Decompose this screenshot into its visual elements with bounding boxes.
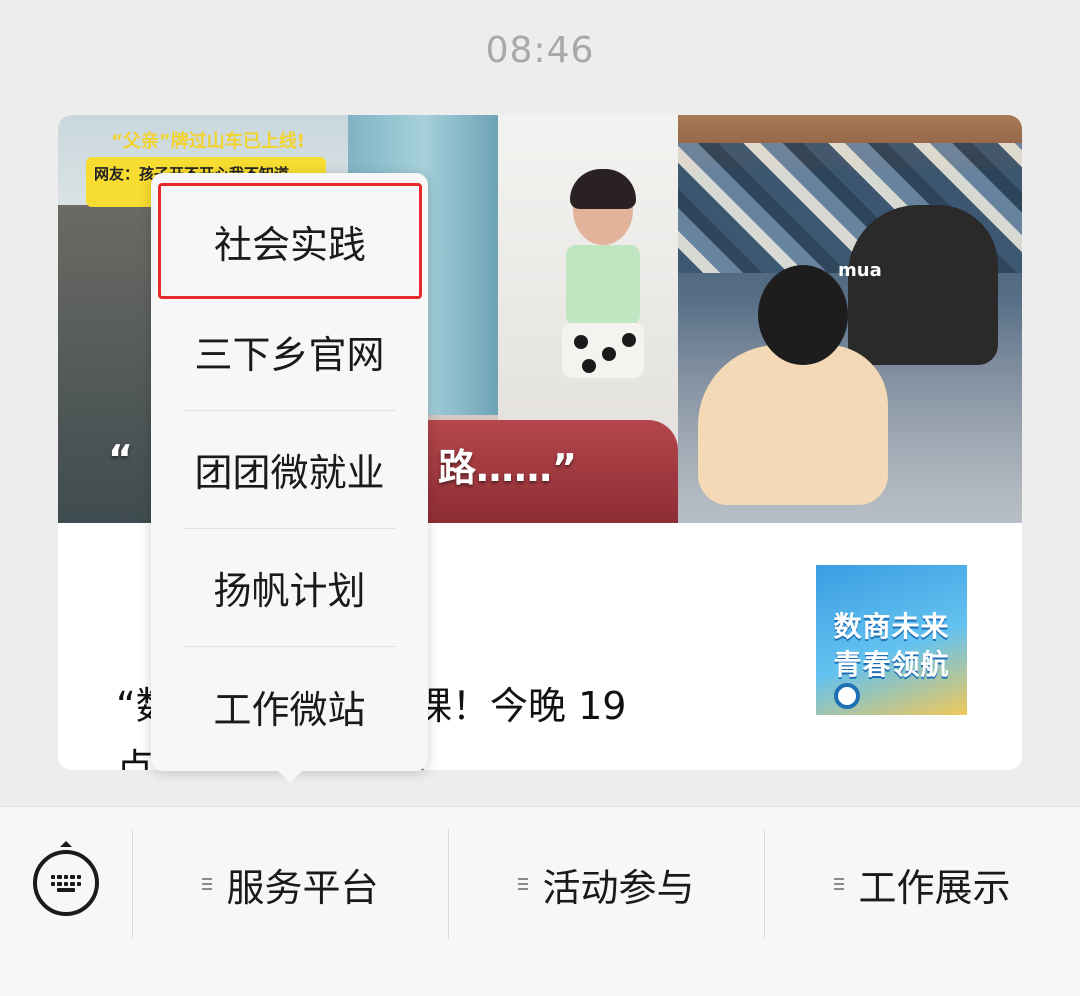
- menu-item-work-microsite[interactable]: 工作微站: [183, 647, 396, 765]
- tab-label: 服务平台: [226, 865, 379, 910]
- cover-photo-right: mua: [678, 115, 1022, 523]
- bottom-menu-bar: 服务平台 活动参与 工作展示: [0, 806, 1080, 996]
- thumbnail-line1: 数商未来: [833, 610, 950, 643]
- cover-right-label: mua: [838, 260, 882, 281]
- menu-icon: [834, 878, 845, 890]
- globe-icon: [834, 683, 860, 709]
- menu-item-sail-plan[interactable]: 扬帆计划: [183, 529, 396, 647]
- tab-label: 工作展示: [858, 865, 1011, 910]
- menu-item-three-rural-website[interactable]: 三下乡官网: [183, 293, 396, 411]
- thumbnail-line2: 青春领航: [833, 648, 950, 681]
- cover-banner-text: “父亲”牌过山车已上线!: [111, 131, 305, 152]
- tab-work-showcase[interactable]: 工作展示: [765, 829, 1080, 939]
- service-platform-popup-menu: 社会实践 三下乡官网 团团微就业 扬帆计划 工作微站: [151, 173, 428, 783]
- tab-service-platform[interactable]: 服务平台: [133, 829, 448, 939]
- article-thumbnail[interactable]: 数商未来 青春领航: [816, 565, 967, 715]
- tab-label: 活动参与: [542, 865, 695, 910]
- status-time: 08:46: [485, 30, 595, 71]
- popup-pointer-arrow: [278, 771, 302, 783]
- menu-item-youth-employment[interactable]: 团团微就业: [183, 411, 396, 529]
- menu-item-social-practice[interactable]: 社会实践: [158, 183, 422, 299]
- menu-icon: [518, 878, 529, 890]
- cover-caption-left: “: [108, 437, 133, 481]
- cover-caption-right: 路……”: [438, 446, 577, 490]
- keyboard-icon[interactable]: [33, 841, 99, 916]
- article-title-line2-start: 点: [116, 746, 155, 770]
- menu-icon: [202, 878, 213, 890]
- tab-activity-participation[interactable]: 活动参与: [449, 829, 764, 939]
